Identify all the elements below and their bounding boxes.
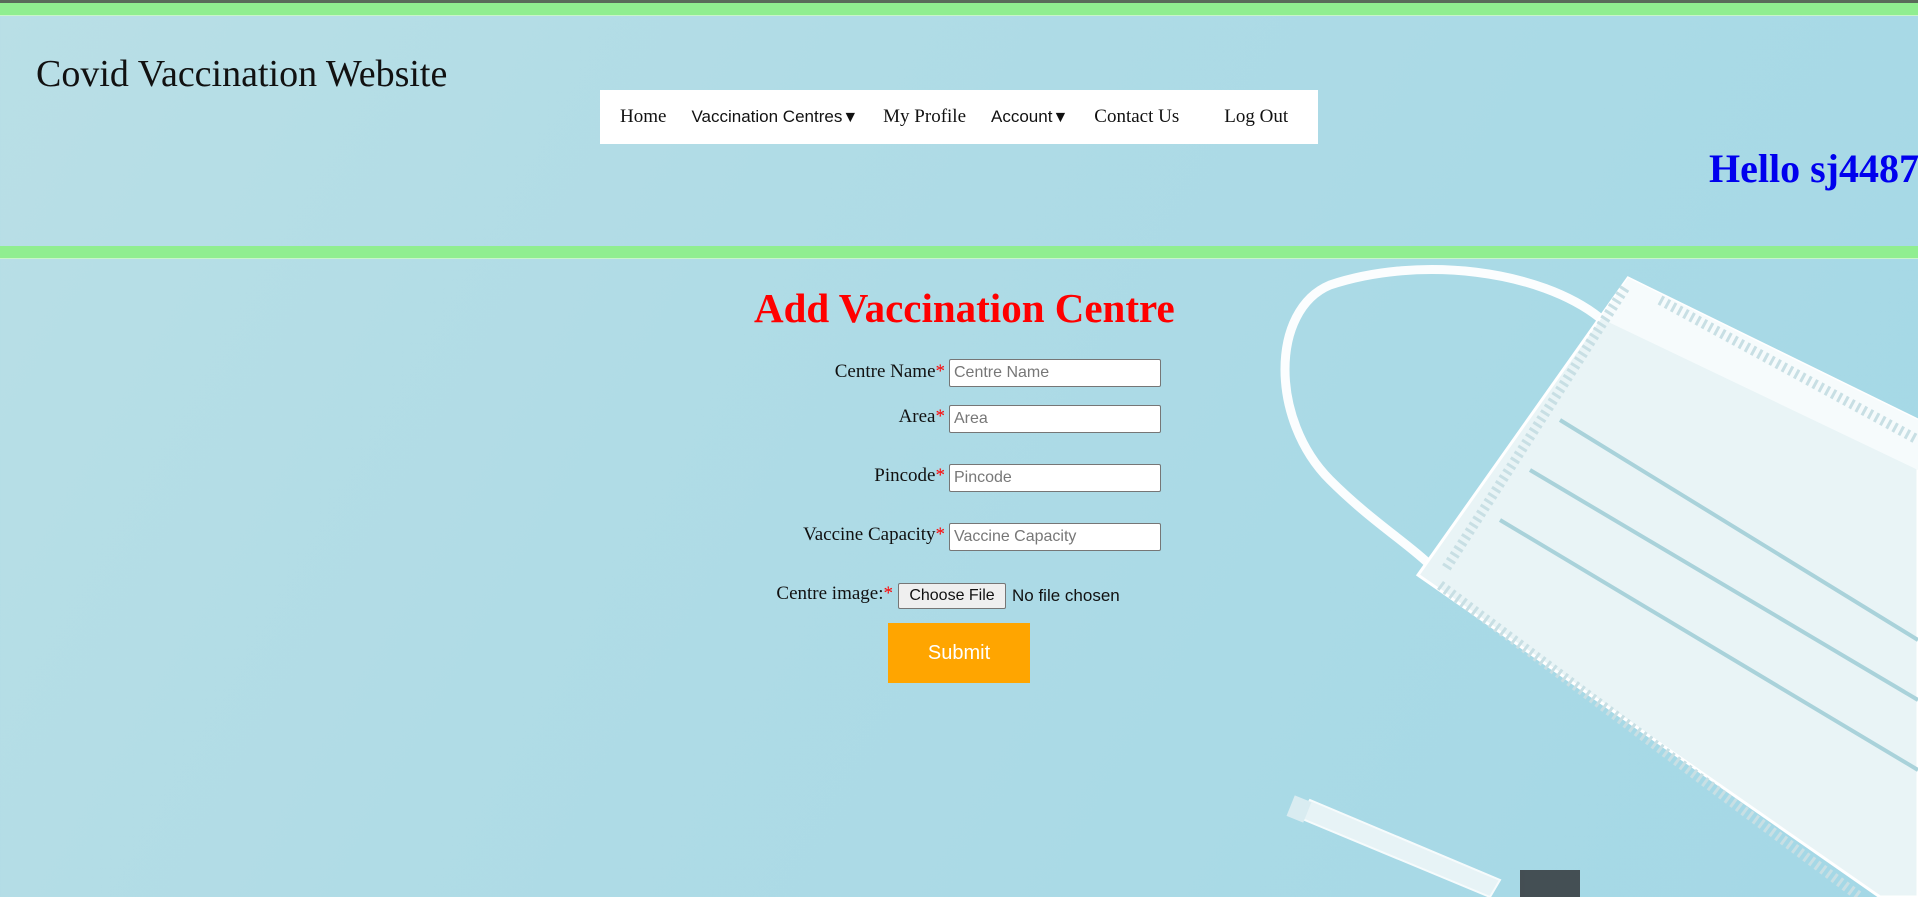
vaccine-capacity-label: Vaccine Capacity* xyxy=(803,524,945,546)
centre-image-label: Centre image:* xyxy=(776,583,893,605)
required-mark: * xyxy=(935,406,946,427)
required-mark: * xyxy=(883,583,894,604)
nav-log-out[interactable]: Log Out xyxy=(1224,106,1288,128)
centre-name-label-text: Centre Name xyxy=(834,361,936,382)
nav-vaccination-centres[interactable]: Vaccination Centres▼ xyxy=(691,107,858,127)
syringe xyxy=(1286,795,1580,897)
pincode-label: Pincode* xyxy=(874,465,945,487)
chevron-down-icon: ▼ xyxy=(842,109,859,126)
nav-account[interactable]: Account▼ xyxy=(991,107,1068,127)
pincode-label-text: Pincode xyxy=(874,465,936,486)
centre-image-label-text: Centre image: xyxy=(776,583,884,604)
nav-contact-us[interactable]: Contact Us xyxy=(1094,106,1179,128)
nav-account-label: Account xyxy=(991,107,1053,126)
header-divider-bar xyxy=(0,246,1918,259)
vaccine-capacity-input[interactable] xyxy=(949,523,1161,551)
nav-my-profile[interactable]: My Profile xyxy=(883,106,966,128)
required-mark: * xyxy=(935,361,946,382)
required-mark: * xyxy=(935,524,946,545)
top-accent-bar xyxy=(0,0,1918,16)
greeting: Hello sj4487 xyxy=(1709,146,1918,191)
main-nav: Home Vaccination Centres▼ My Profile Acc… xyxy=(600,90,1318,144)
area-input[interactable] xyxy=(949,405,1161,433)
vaccine-capacity-label-text: Vaccine Capacity xyxy=(803,524,936,545)
submit-button[interactable]: Submit xyxy=(888,623,1030,683)
site-title: Covid Vaccination Website xyxy=(36,53,448,95)
nav-vaccination-centres-label: Vaccination Centres xyxy=(691,107,843,126)
mask-body xyxy=(1415,276,1918,897)
nav-home[interactable]: Home xyxy=(620,106,666,128)
centre-name-input[interactable] xyxy=(949,359,1161,387)
area-label-text: Area xyxy=(898,406,936,427)
required-mark: * xyxy=(935,465,946,486)
choose-file-button[interactable]: Choose File xyxy=(898,583,1006,609)
pincode-input[interactable] xyxy=(949,464,1161,492)
chevron-down-icon: ▼ xyxy=(1052,109,1069,126)
centre-name-label: Centre Name* xyxy=(835,361,945,383)
file-status: No file chosen xyxy=(1012,586,1120,605)
area-label: Area* xyxy=(899,406,945,428)
form-title: Add Vaccination Centre xyxy=(754,285,1175,331)
